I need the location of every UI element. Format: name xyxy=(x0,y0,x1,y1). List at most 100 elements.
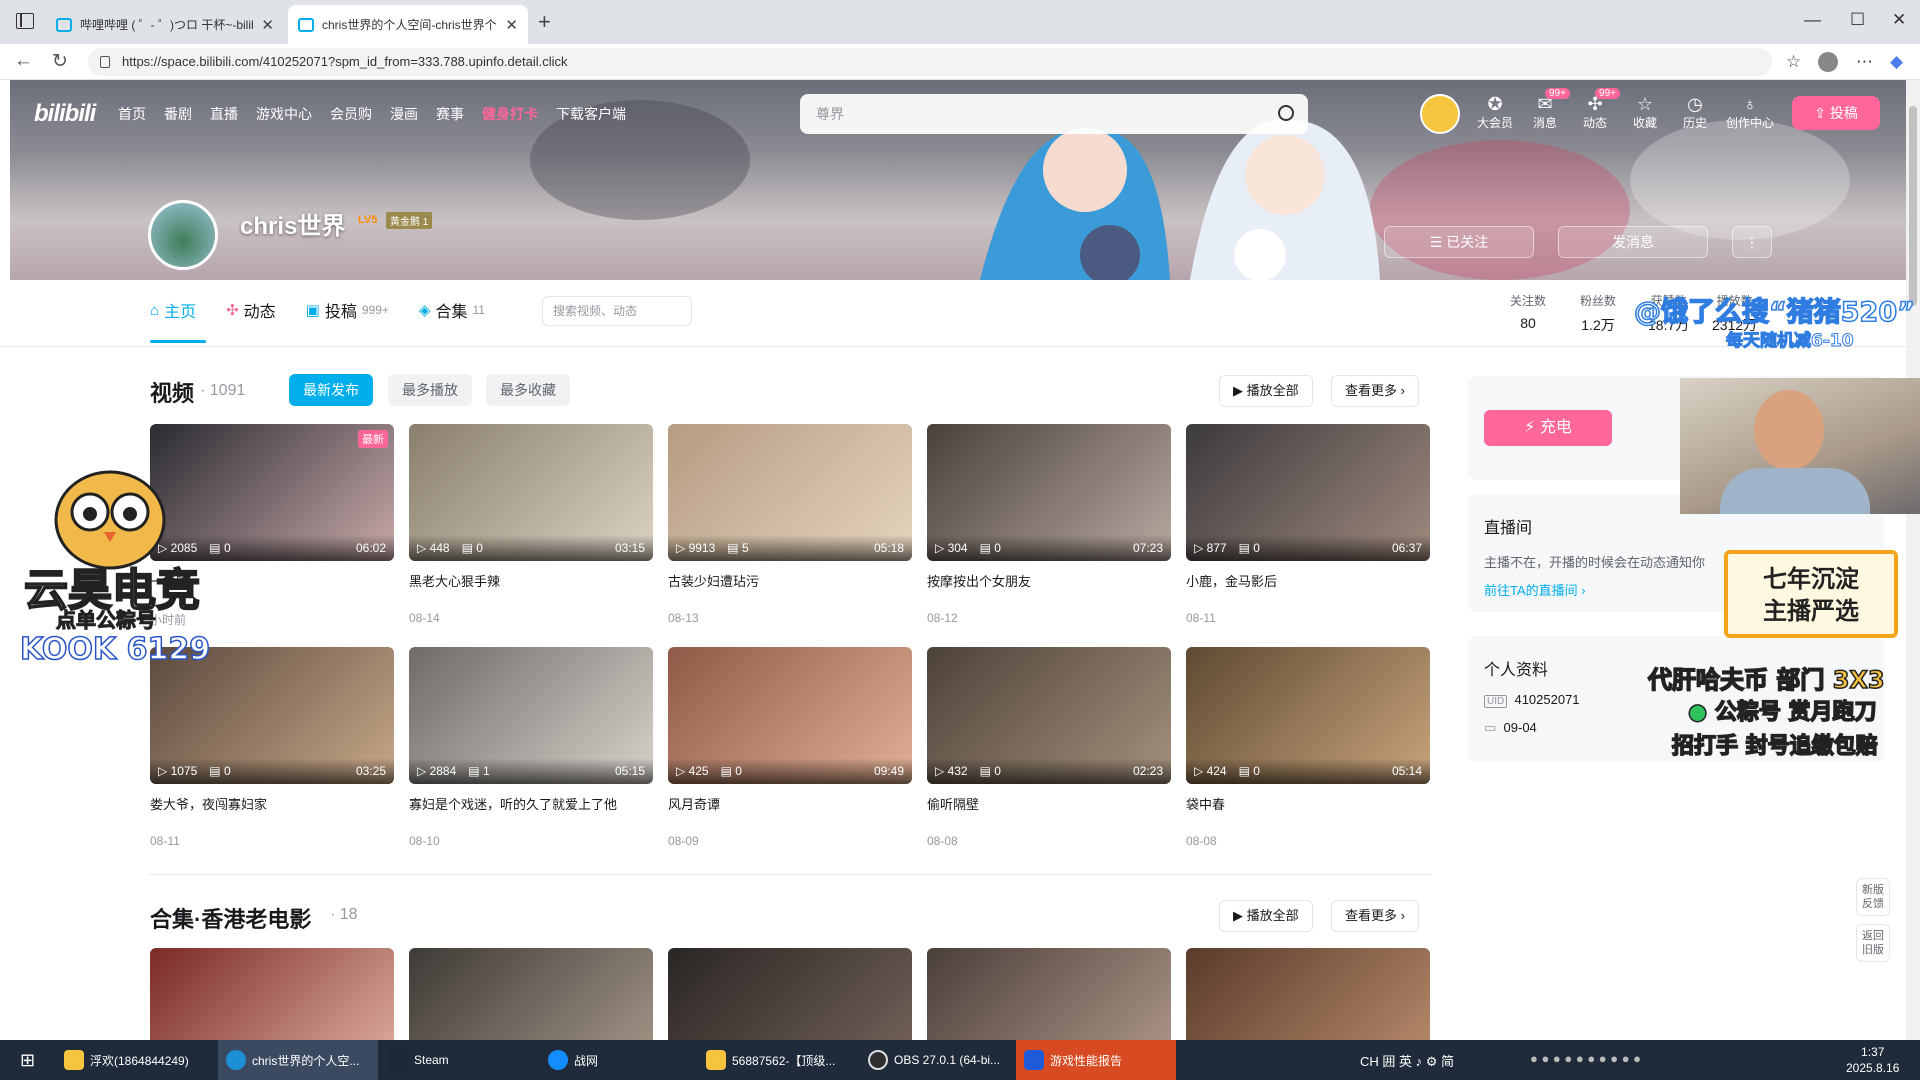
browser-tab-space[interactable]: chris世界的个人空间-chris世界个人主页 ✕ xyxy=(288,5,528,44)
tab-collections[interactable]: ◈ 合集 11 xyxy=(419,298,485,322)
taskbar-item[interactable]: chris世界的个人空... xyxy=(218,1040,378,1080)
tab-home[interactable]: ⌂ 主页 xyxy=(150,298,196,322)
menu-fitness[interactable]: 健身打卡 xyxy=(482,104,538,124)
video-thumbnail[interactable]: ▷ 424 ▤ 0 05:14 xyxy=(1186,647,1430,784)
history-button[interactable]: ◷ 历史 xyxy=(1672,94,1718,131)
video-card[interactable]: ▷ 304 ▤ 0 07:23 按摩按出个女朋友 08-12 xyxy=(927,424,1171,625)
stat-fans[interactable]: 粉丝数 1.2万 xyxy=(1580,292,1616,335)
collection-card[interactable] xyxy=(409,948,653,1040)
menu-manga[interactable]: 漫画 xyxy=(390,104,418,124)
refresh-icon[interactable]: ↻ xyxy=(52,50,68,73)
message-button[interactable]: ✉ 消息 99+ xyxy=(1522,88,1570,131)
video-card[interactable]: ▷ 432 ▤ 0 02:23 偷听隔壁 08-08 xyxy=(927,647,1171,848)
collection-thumbnail[interactable] xyxy=(1186,948,1430,1040)
video-card[interactable]: ▷ 9913 ▤ 5 05:18 古装少妇遭玷污 08-13 xyxy=(668,424,912,625)
video-title[interactable]: 古装少妇遭玷污 xyxy=(668,571,912,589)
sort-favorites-button[interactable]: 最多收藏 xyxy=(486,374,570,406)
sort-plays-button[interactable]: 最多播放 xyxy=(388,374,472,406)
video-card[interactable]: ▷ 448 ▤ 0 03:15 黑老大心狠手辣 08-14 xyxy=(409,424,653,625)
close-window-icon[interactable]: ✕ xyxy=(1892,10,1906,30)
taskbar-item[interactable]: 战网 xyxy=(540,1040,690,1080)
send-message-button[interactable]: 发消息 xyxy=(1558,226,1708,258)
taskbar-item[interactable]: OBS 27.0.1 (64-bi... xyxy=(860,1040,1010,1080)
collection-thumbnail[interactable] xyxy=(150,948,394,1040)
collection-title[interactable]: 合集·香港老电影 xyxy=(150,902,311,934)
minimize-icon[interactable]: — xyxy=(1804,10,1821,30)
start-button[interactable]: ⊞ xyxy=(12,1040,43,1080)
copilot-icon[interactable]: ◆ xyxy=(1890,52,1903,72)
video-title[interactable]: 偷听隔壁 xyxy=(927,794,1171,812)
maximize-icon[interactable]: ☐ xyxy=(1850,10,1865,30)
collection-play-all-button[interactable]: ▶ 播放全部 xyxy=(1219,900,1313,932)
play-all-button[interactable]: ▶ 播放全部 xyxy=(1219,375,1313,407)
video-thumbnail[interactable]: ▷ 425 ▤ 0 09:49 xyxy=(668,647,912,784)
menu-mall[interactable]: 会员购 xyxy=(330,104,372,124)
collection-thumbnail[interactable] xyxy=(668,948,912,1040)
taskbar-item[interactable]: 游戏性能报告 xyxy=(1016,1040,1176,1080)
collection-thumbnail[interactable] xyxy=(409,948,653,1040)
header-search-input[interactable]: 尊界 xyxy=(800,94,1308,134)
see-more-button[interactable]: 查看更多 › xyxy=(1331,375,1419,407)
collection-see-more-button[interactable]: 查看更多 › xyxy=(1331,900,1419,932)
video-thumbnail[interactable]: ▷ 2884 ▤ 1 05:15 xyxy=(409,647,653,784)
live-room-link[interactable]: 前往TA的直播间 › xyxy=(1484,580,1586,599)
creator-button[interactable]: ♁ 创作中心 xyxy=(1724,94,1776,131)
collection-thumbnail[interactable] xyxy=(927,948,1171,1040)
video-thumbnail[interactable]: 最新 ▷ 2085 ▤ 0 06:02 xyxy=(150,424,394,561)
upload-button[interactable]: ⇪ 投稿 xyxy=(1792,96,1880,130)
user-avatar[interactable] xyxy=(148,200,218,270)
video-title[interactable]: 小鹿，金马影后 xyxy=(1186,571,1430,589)
search-icon[interactable] xyxy=(1278,105,1294,121)
tab-actions-icon[interactable] xyxy=(16,13,34,29)
tab-videos[interactable]: ▣ 投稿 999+ xyxy=(306,298,389,322)
profile-icon[interactable] xyxy=(1818,52,1838,72)
tray-icons[interactable]: ● ● ● ● ● ● ● ● ● ● xyxy=(1530,1051,1641,1066)
video-title[interactable]: 寡妇是个戏迷，听的久了就爱上了他 xyxy=(409,794,653,812)
more-options-icon[interactable]: ⋮ xyxy=(1732,226,1772,258)
video-thumbnail[interactable]: ▷ 448 ▤ 0 03:15 xyxy=(409,424,653,561)
close-tab-icon[interactable]: ✕ xyxy=(261,16,274,34)
menu-home[interactable]: 首页 xyxy=(118,104,146,124)
scrollbar-thumb[interactable] xyxy=(1909,106,1917,306)
close-tab-icon[interactable]: ✕ xyxy=(505,16,518,34)
url-field[interactable]: https://space.bilibili.com/410252071?spm… xyxy=(88,48,1772,76)
feedback-button[interactable]: 新版反馈 xyxy=(1856,878,1890,916)
taskbar-item[interactable]: 浮欢(1864844249) xyxy=(56,1040,216,1080)
video-thumbnail[interactable]: ▷ 304 ▤ 0 07:23 xyxy=(927,424,1171,561)
video-thumbnail[interactable]: ▷ 877 ▤ 0 06:37 xyxy=(1186,424,1430,561)
video-title[interactable]: 风月奇谭 xyxy=(668,794,912,812)
stat-following[interactable]: 关注数 80 xyxy=(1510,292,1546,331)
system-tray[interactable]: CH 囲 英 ♪ ⚙ 简 xyxy=(1360,1051,1454,1070)
video-card[interactable]: ▷ 425 ▤ 0 09:49 风月奇谭 08-09 xyxy=(668,647,912,848)
more-icon[interactable]: ⋯ xyxy=(1856,52,1873,72)
favorites-button[interactable]: ☆ 收藏 xyxy=(1622,94,1668,131)
video-thumbnail[interactable]: ▷ 432 ▤ 0 02:23 xyxy=(927,647,1171,784)
video-title[interactable]: 黑老大心狠手辣 xyxy=(409,571,653,589)
vip-button[interactable]: ✪ 大会员 xyxy=(1472,94,1518,131)
new-tab-button[interactable]: + xyxy=(538,9,551,35)
back-icon[interactable]: ← xyxy=(14,50,33,72)
browser-tab-bilibili-home[interactable]: 哔哩哔哩 ( ゜- ゜)つロ 干杯~-bilibili ✕ xyxy=(46,5,284,44)
collection-card[interactable] xyxy=(150,948,394,1040)
collection-card[interactable] xyxy=(668,948,912,1040)
video-card[interactable]: ▷ 1075 ▤ 0 03:25 娄大爷，夜闯寡妇家 08-11 xyxy=(150,647,394,848)
video-card[interactable]: ▷ 424 ▤ 0 05:14 袋中春 08-08 xyxy=(1186,647,1430,848)
menu-download[interactable]: 下载客户端 xyxy=(556,104,626,124)
followed-button[interactable]: ☰ 已关注 xyxy=(1384,226,1534,258)
sort-latest-button[interactable]: 最新发布 xyxy=(289,374,373,406)
favorites-icon[interactable]: ☆ xyxy=(1786,52,1801,72)
old-version-button[interactable]: 返回旧版 xyxy=(1856,924,1890,962)
taskbar-item[interactable]: 56887562-【顶级... xyxy=(698,1040,858,1080)
clock[interactable]: 1:37 2025.8.16 xyxy=(1846,1044,1899,1076)
collection-card[interactable] xyxy=(1186,948,1430,1040)
menu-match[interactable]: 赛事 xyxy=(436,104,464,124)
space-search-input[interactable]: 搜索视频、动态 xyxy=(542,296,692,326)
video-card[interactable]: ▷ 877 ▤ 0 06:37 小鹿，金马影后 08-11 xyxy=(1186,424,1430,625)
video-card[interactable]: ▷ 2884 ▤ 1 05:15 寡妇是个戏迷，听的久了就爱上了他 08-10 xyxy=(409,647,653,848)
video-title[interactable]: 袋中春 xyxy=(1186,794,1430,812)
menu-live[interactable]: 直播 xyxy=(210,104,238,124)
video-thumbnail[interactable]: ▷ 9913 ▤ 5 05:18 xyxy=(668,424,912,561)
dynamic-button[interactable]: ✣ 动态 99+ xyxy=(1572,88,1620,131)
charge-button[interactable]: ⚡ 充电 xyxy=(1484,410,1612,446)
video-title[interactable]: 娄大爷，夜闯寡妇家 xyxy=(150,794,394,812)
